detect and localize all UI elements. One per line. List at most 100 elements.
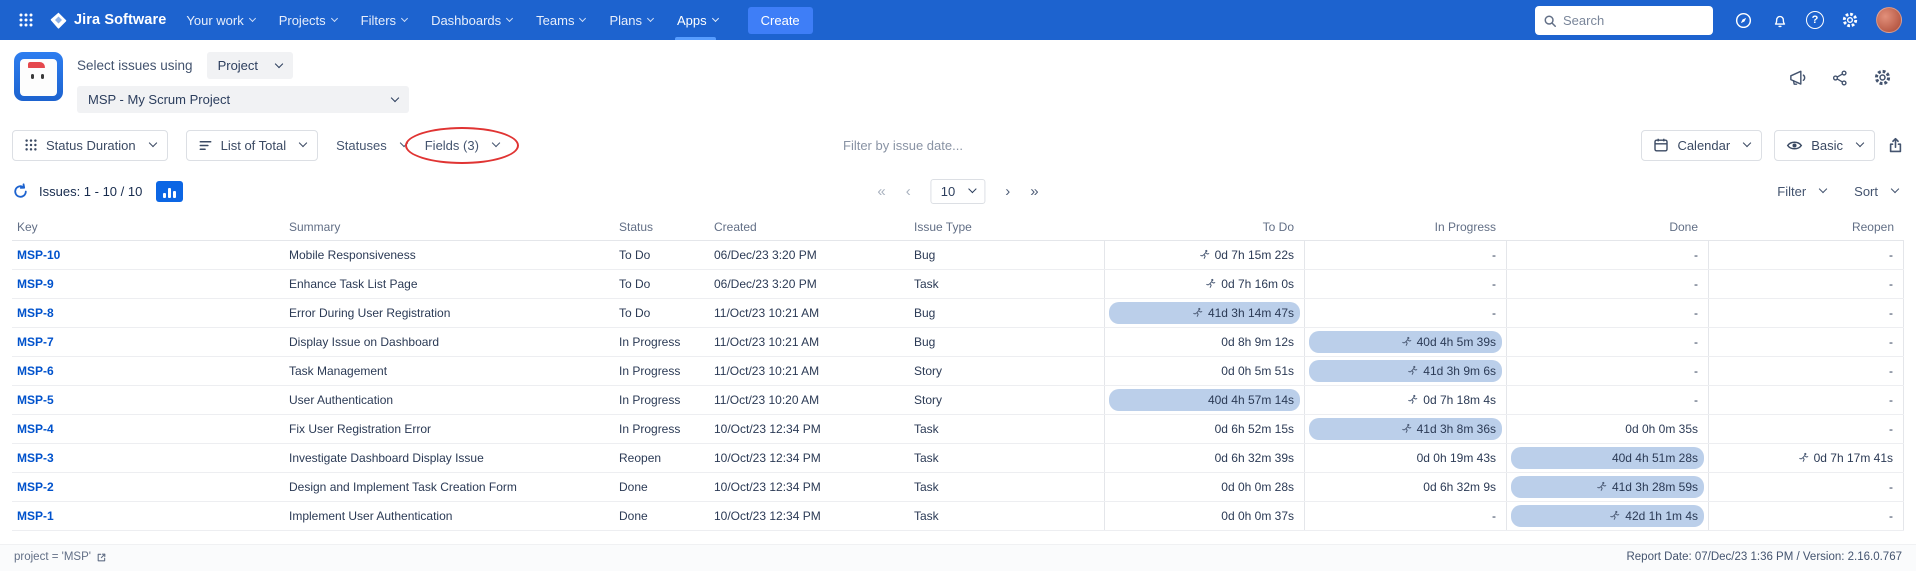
issue-created: 06/Dec/23 3:20 PM xyxy=(709,248,909,262)
issue-created: 11/Oct/23 10:21 AM xyxy=(709,306,909,320)
list-type-dropdown[interactable]: List of Total xyxy=(186,130,319,161)
column-header-done[interactable]: Done xyxy=(1506,220,1708,234)
column-header-reopen[interactable]: Reopen xyxy=(1708,220,1904,234)
duration-cell: 0d 0h 0m 37s xyxy=(1104,502,1304,530)
sort-dropdown[interactable]: Sort xyxy=(1854,184,1898,199)
column-header-in-progress[interactable]: In Progress xyxy=(1304,220,1506,234)
issue-key-link[interactable]: MSP-4 xyxy=(12,422,284,436)
calendar-icon xyxy=(1653,137,1669,153)
app-switcher-icon[interactable] xyxy=(14,8,38,32)
issue-date-filter-input[interactable] xyxy=(843,138,1073,153)
duration-cell: 0d 6h 52m 15s xyxy=(1104,415,1304,443)
project-dropdown[interactable]: MSP - My Scrum Project xyxy=(77,86,409,113)
issue-key-link[interactable]: MSP-10 xyxy=(12,248,284,262)
notifications-icon[interactable] xyxy=(1769,9,1791,31)
issue-source-dropdown[interactable]: Project xyxy=(207,52,293,79)
grid-icon xyxy=(18,12,34,28)
discover-icon[interactable] xyxy=(1732,9,1754,31)
duration-cell: - xyxy=(1708,241,1904,269)
issue-key-link[interactable]: MSP-6 xyxy=(12,364,284,378)
issue-type: Task xyxy=(909,451,1104,465)
first-page-button[interactable]: « xyxy=(877,184,885,199)
project-value: MSP - My Scrum Project xyxy=(88,92,230,107)
nav-item-plans[interactable]: Plans xyxy=(609,0,653,40)
nav-item-label: Dashboards xyxy=(431,13,501,28)
view-mode-dropdown[interactable]: Basic xyxy=(1774,130,1875,161)
filter-dropdown[interactable]: Filter xyxy=(1777,184,1826,199)
report-type-dropdown[interactable]: Status Duration xyxy=(12,130,168,161)
nav-item-your-work[interactable]: Your work xyxy=(186,0,254,40)
issue-summary: Fix User Registration Error xyxy=(284,422,614,436)
nav-item-filters[interactable]: Filters xyxy=(361,0,407,40)
nav-item-label: Filters xyxy=(361,13,396,28)
page-size-dropdown[interactable]: 10 xyxy=(931,179,985,204)
duration-cell: - xyxy=(1708,270,1904,298)
refresh-icon[interactable] xyxy=(12,183,29,200)
duration-cell: - xyxy=(1708,299,1904,327)
last-page-button[interactable]: » xyxy=(1030,184,1038,199)
fields-dropdown[interactable]: Fields (3) xyxy=(425,138,499,153)
issue-key-link[interactable]: MSP-5 xyxy=(12,393,284,407)
issue-created: 06/Dec/23 3:20 PM xyxy=(709,277,909,291)
issue-type: Task xyxy=(909,509,1104,523)
calendar-dropdown[interactable]: Calendar xyxy=(1641,130,1762,161)
jira-logo[interactable]: Jira Software xyxy=(50,12,166,29)
column-header-key[interactable]: Key xyxy=(12,220,284,234)
sort-label: Sort xyxy=(1854,184,1878,199)
duration-cell: - xyxy=(1708,415,1904,443)
chart-view-button[interactable] xyxy=(156,181,183,202)
issue-status: Done xyxy=(614,509,709,523)
table-controls: Filter Sort xyxy=(1777,184,1904,199)
nav-item-teams[interactable]: Teams xyxy=(536,0,585,40)
issue-type: Task xyxy=(909,480,1104,494)
nav-item-projects[interactable]: Projects xyxy=(279,0,337,40)
statuses-dropdown[interactable]: Statuses xyxy=(336,138,407,153)
issue-status: In Progress xyxy=(614,364,709,378)
issue-key-link[interactable]: MSP-7 xyxy=(12,335,284,349)
primary-navigation: Your work Projects Filters Dashboards Te… xyxy=(186,0,812,40)
nav-item-dashboards[interactable]: Dashboards xyxy=(431,0,512,40)
report-meta: Report Date: 07/Dec/23 1:36 PM / Version… xyxy=(1626,551,1902,563)
nav-right-controls xyxy=(1535,6,1902,35)
issue-key-link[interactable]: MSP-1 xyxy=(12,509,284,523)
issues-count: Issues: 1 - 10 / 10 xyxy=(39,184,142,199)
issue-key-link[interactable]: MSP-2 xyxy=(12,480,284,494)
previous-page-button[interactable]: ‹ xyxy=(906,184,911,199)
jql-link[interactable]: project = 'MSP' xyxy=(14,551,107,563)
issue-status: In Progress xyxy=(614,393,709,407)
external-link-icon xyxy=(96,552,107,563)
issue-summary: Investigate Dashboard Display Issue xyxy=(284,451,614,465)
duration-cell: - xyxy=(1708,502,1904,530)
export-icon[interactable] xyxy=(1887,137,1904,154)
running-status-icon xyxy=(1192,307,1203,318)
duration-cell: - xyxy=(1506,299,1708,327)
app-logo-icon xyxy=(14,52,63,101)
duration-cell: - xyxy=(1304,270,1506,298)
column-header-issue-type[interactable]: Issue Type xyxy=(909,220,1104,234)
search-icon xyxy=(1543,14,1557,28)
issue-key-link[interactable]: MSP-3 xyxy=(12,451,284,465)
settings-icon[interactable] xyxy=(1839,9,1861,31)
next-page-button[interactable]: › xyxy=(1005,184,1010,199)
column-header-to-do[interactable]: To Do xyxy=(1104,220,1304,234)
nav-item-apps[interactable]: Apps xyxy=(677,0,718,40)
chevron-down-icon xyxy=(249,14,256,21)
create-button[interactable]: Create xyxy=(748,7,813,34)
search-input[interactable] xyxy=(1535,6,1713,35)
report-settings-gear-icon[interactable] xyxy=(1873,68,1892,87)
column-header-created[interactable]: Created xyxy=(709,220,909,234)
issue-status: Done xyxy=(614,480,709,494)
issues-table: Key Summary Status Created Issue Type To… xyxy=(12,213,1904,531)
fields-label: Fields (3) xyxy=(425,138,479,153)
issue-type: Story xyxy=(909,393,1104,407)
issue-type: Task xyxy=(909,277,1104,291)
issue-key-link[interactable]: MSP-9 xyxy=(12,277,284,291)
share-icon[interactable] xyxy=(1831,69,1849,87)
user-avatar[interactable] xyxy=(1876,7,1902,33)
feedback-megaphone-icon[interactable] xyxy=(1788,68,1807,87)
column-header-summary[interactable]: Summary xyxy=(284,220,614,234)
help-icon[interactable] xyxy=(1806,11,1824,29)
issue-key-link[interactable]: MSP-8 xyxy=(12,306,284,320)
column-header-status[interactable]: Status xyxy=(614,220,709,234)
table-row: MSP-5User AuthenticationIn Progress11/Oc… xyxy=(12,386,1904,415)
